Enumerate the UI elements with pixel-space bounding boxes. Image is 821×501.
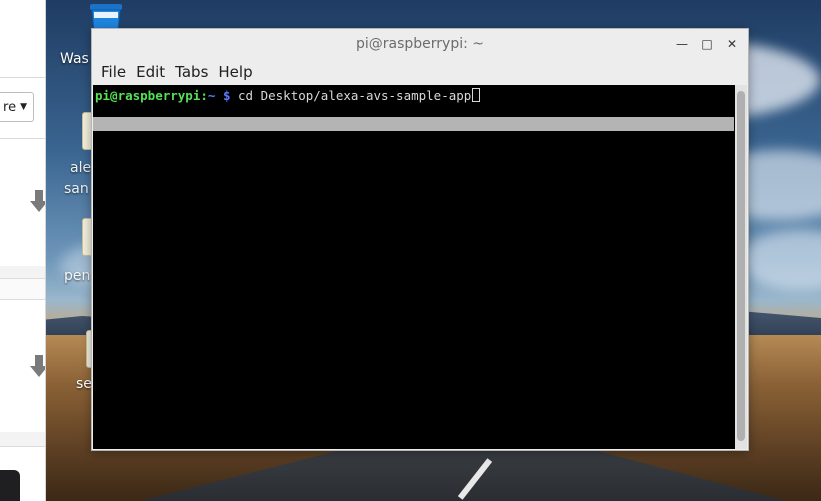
maximize-button[interactable]: □ [699, 36, 715, 52]
browser-window-fragment: re ▼ [0, 0, 46, 501]
window-controls: — □ ✕ [674, 36, 740, 52]
typed-command: cd Desktop/alexa-avs-sample-app [230, 88, 472, 103]
prompt-path: ~ [207, 88, 216, 103]
browser-dropdown[interactable]: re ▼ [0, 92, 34, 122]
divider [0, 138, 45, 139]
highlight-bar [93, 117, 734, 131]
command-line: pi@raspberrypi:~ $ cd Desktop/alexa-avs-… [95, 88, 481, 103]
download-arrow-icon[interactable] [30, 355, 46, 377]
divider [0, 77, 45, 78]
download-arrow-icon[interactable] [30, 190, 46, 212]
chevron-down-icon: ▼ [20, 102, 27, 112]
menu-edit[interactable]: Edit [131, 63, 170, 81]
window-title: pi@raspberrypi: ~ [355, 36, 485, 52]
text-cursor [472, 88, 481, 102]
scrollbar-thumb[interactable] [737, 91, 745, 441]
desktop-icon-label-se[interactable]: se [76, 376, 92, 392]
cloud [740, 230, 821, 290]
divider [0, 299, 45, 300]
menu-file[interactable]: File [96, 63, 131, 81]
panel-band [0, 279, 45, 299]
panel-band [0, 432, 45, 446]
close-button[interactable]: ✕ [724, 36, 740, 52]
desktop-icon-label-pen[interactable]: pen [64, 268, 90, 284]
minimize-button[interactable]: — [674, 36, 690, 52]
divider [0, 446, 45, 447]
menu-help[interactable]: Help [213, 63, 257, 81]
dropdown-value: re [3, 99, 17, 115]
terminal-output[interactable]: pi@raspberrypi:~ $ cd Desktop/alexa-avs-… [93, 85, 736, 449]
scrollbar[interactable] [735, 85, 747, 449]
desktop-icon-label-wastebasket[interactable]: Was [60, 51, 89, 67]
title-bar[interactable]: pi@raspberrypi: ~ — □ ✕ [92, 29, 748, 59]
desktop-icon-label-alexa[interactable]: ale [70, 160, 91, 176]
menu-tabs[interactable]: Tabs [170, 63, 213, 81]
panel-band [0, 266, 45, 278]
menu-bar: File Edit Tabs Help [92, 59, 748, 85]
desktop-icon-label-sample[interactable]: san [64, 181, 89, 197]
prompt-separator: : [200, 88, 208, 103]
dark-thumbnail [0, 470, 20, 501]
terminal-window: pi@raspberrypi: ~ — □ ✕ File Edit Tabs H… [91, 28, 749, 451]
prompt-user-host: pi@raspberrypi [95, 88, 201, 103]
